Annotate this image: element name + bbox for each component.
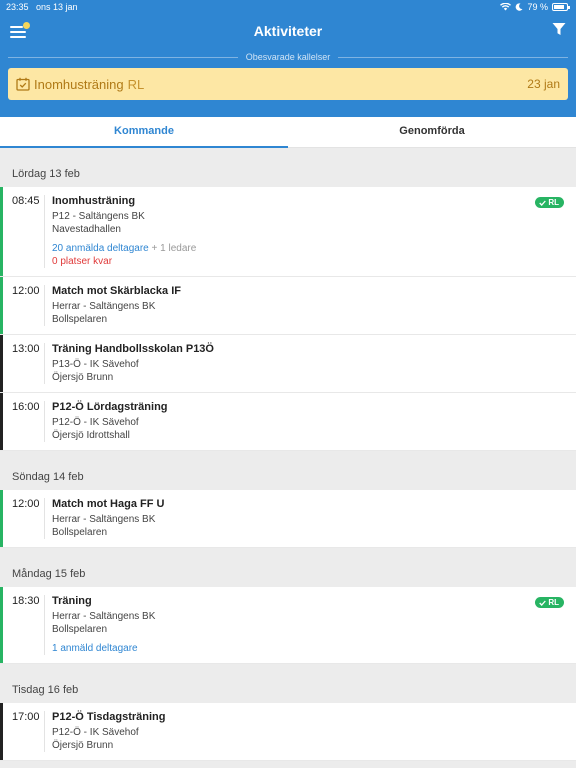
- event-spots-left: 0 platser kvar: [52, 256, 113, 267]
- event-name: Träning: [52, 595, 92, 607]
- check-icon: [539, 200, 547, 206]
- event-item[interactable]: 13:00 Träning Handbollsskolan P13Ö P13-Ö…: [0, 335, 576, 393]
- event-team: P12-Ö - IK Sävehof: [52, 417, 139, 428]
- event-divider: [44, 343, 45, 384]
- event-divider: [44, 498, 45, 539]
- event-divider: [44, 595, 45, 655]
- event-place: Öjersjö Brunn: [52, 740, 114, 751]
- tab-kommande[interactable]: Kommande: [0, 117, 288, 148]
- event-time: 08:45: [12, 195, 40, 207]
- unanswered-invite-card[interactable]: Inomhusträning RL 23 jan: [8, 68, 568, 100]
- event-status-bar: [0, 393, 3, 450]
- event-time: 12:00: [12, 285, 40, 297]
- invite-tag: RL: [127, 76, 145, 92]
- day-header: Måndag 15 feb: [12, 568, 86, 580]
- event-place: Bollspelaren: [52, 527, 108, 538]
- page-title: Aktiviteter: [253, 23, 323, 39]
- day-header: Lördag 13 feb: [12, 168, 80, 180]
- moon-icon: [516, 3, 523, 11]
- event-team: Herrar - Saltängens BK: [52, 301, 156, 312]
- event-team: Herrar - Saltängens BK: [52, 514, 156, 525]
- event-participants[interactable]: 20 anmälda deltagare + 1 ledare: [52, 242, 564, 255]
- event-status-bar: [0, 187, 3, 276]
- event-time: 12:00: [12, 498, 40, 510]
- event-place: Öjersjö Brunn: [52, 372, 114, 383]
- event-status-bar: [0, 490, 3, 547]
- event-divider: [44, 195, 45, 268]
- event-time: 13:00: [12, 343, 40, 355]
- event-place: Navestadhallen: [52, 224, 121, 235]
- event-team: P13-Ö - IK Sävehof: [52, 359, 139, 370]
- event-participants[interactable]: 1 anmäld deltagare: [52, 642, 564, 655]
- event-place: Bollspelaren: [52, 314, 108, 325]
- wifi-icon: [500, 3, 512, 11]
- event-item[interactable]: 17:00 P12-Ö Tisdagsträning P12-Ö - IK Sä…: [0, 703, 576, 761]
- event-item[interactable]: 12:00 Match mot Skärblacka IF Herrar - S…: [0, 277, 576, 335]
- event-name: Match mot Skärblacka IF: [52, 285, 181, 297]
- event-name: Match mot Haga FF U: [52, 498, 165, 510]
- event-time: 16:00: [12, 401, 40, 413]
- event-status-bar: [0, 277, 3, 334]
- day-header: Söndag 14 feb: [12, 471, 84, 483]
- event-time: 18:30: [12, 595, 40, 607]
- tab-bar: Kommande Genomförda: [0, 117, 576, 148]
- event-divider: [44, 285, 45, 326]
- event-status-bar: [0, 703, 3, 760]
- battery-percent: 79 %: [527, 2, 548, 12]
- event-team: Herrar - Saltängens BK: [52, 611, 156, 622]
- event-name: P12-Ö Tisdagsträning: [52, 711, 166, 723]
- battery-icon: [552, 3, 570, 11]
- event-name: P12-Ö Lördagsträning: [52, 401, 168, 413]
- event-divider: [44, 401, 45, 442]
- activity-list: Lördag 13 feb 08:45 Inomhusträning P12 -…: [0, 148, 576, 761]
- event-place: Bollspelaren: [52, 624, 108, 635]
- event-name: Träning Handbollsskolan P13Ö: [52, 343, 214, 355]
- status-bar: 23:35 ons 13 jan 79 %: [0, 0, 576, 14]
- status-time: 23:35: [6, 2, 29, 12]
- event-item[interactable]: 16:00 P12-Ö Lördagsträning P12-Ö - IK Sä…: [0, 393, 576, 451]
- event-item[interactable]: 18:30 Träning Herrar - Saltängens BK Bol…: [0, 587, 576, 664]
- check-icon: [539, 600, 547, 606]
- calendar-check-icon: [16, 77, 30, 91]
- status-date: ons 13 jan: [36, 2, 78, 12]
- unanswered-divider: Obesvarade kallelser: [8, 52, 569, 62]
- event-name: Inomhusträning: [52, 195, 136, 207]
- rl-badge: RL: [535, 197, 564, 208]
- top-bar: 23:35 ons 13 jan 79 % Aktiviteter Obesva…: [0, 0, 576, 117]
- event-place: Öjersjö Idrottshall: [52, 430, 130, 441]
- invite-name: Inomhusträning: [34, 76, 124, 92]
- event-status-bar: [0, 335, 3, 392]
- event-divider: [44, 711, 45, 752]
- rl-badge: RL: [535, 597, 564, 608]
- event-team: P12 - Saltängens BK: [52, 211, 145, 222]
- event-time: 17:00: [12, 711, 40, 723]
- tab-genomforda[interactable]: Genomförda: [288, 117, 576, 147]
- day-header: Tisdag 16 feb: [12, 684, 79, 696]
- event-team: P12-Ö - IK Sävehof: [52, 727, 139, 738]
- event-item[interactable]: 08:45 Inomhusträning P12 - Saltängens BK…: [0, 187, 576, 277]
- unanswered-label: Obesvarade kallelser: [245, 52, 331, 62]
- event-item[interactable]: 12:00 Match mot Haga FF U Herrar - Saltä…: [0, 490, 576, 548]
- filter-icon[interactable]: [552, 22, 566, 36]
- event-leaders: + 1 ledare: [148, 243, 197, 254]
- invite-date: 23 jan: [527, 77, 560, 91]
- event-status-bar: [0, 587, 3, 663]
